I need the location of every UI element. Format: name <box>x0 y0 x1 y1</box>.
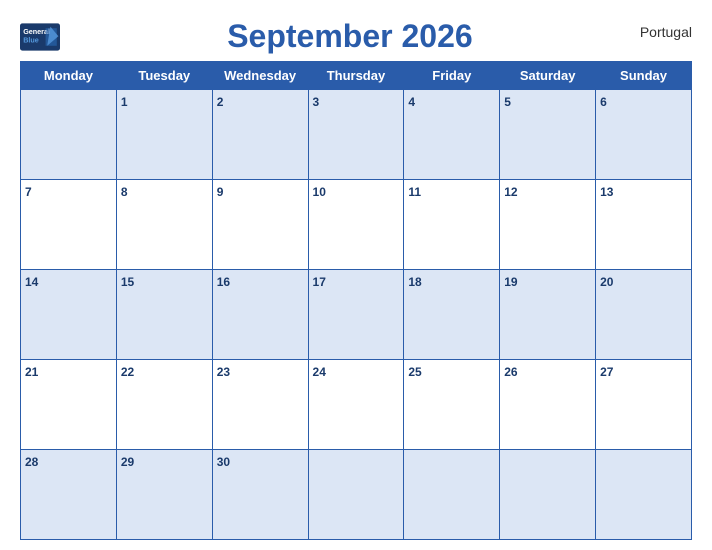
svg-text:Blue: Blue <box>23 35 39 44</box>
calendar-body: 1234567891011121314151617181920212223242… <box>21 90 692 540</box>
calendar-week-row: 21 22 23 24 25 26 27 <box>21 360 692 450</box>
day-number: 16 <box>217 275 230 289</box>
calendar-cell: 28 <box>21 450 117 540</box>
calendar-cell: 19 <box>500 270 596 360</box>
calendar-cell: 29 <box>116 450 212 540</box>
calendar-cell: 30 <box>212 450 308 540</box>
weekday-header-saturday: Saturday <box>500 62 596 90</box>
calendar-cell: 3 <box>308 90 404 180</box>
weekday-header-thursday: Thursday <box>308 62 404 90</box>
calendar-cell: 10 <box>308 180 404 270</box>
calendar-cell: 26 <box>500 360 596 450</box>
weekday-header-row: MondayTuesdayWednesdayThursdayFridaySatu… <box>21 62 692 90</box>
day-number: 9 <box>217 185 224 199</box>
day-number: 30 <box>217 455 230 469</box>
day-number: 3 <box>313 95 320 109</box>
calendar-cell: 20 <box>596 270 692 360</box>
calendar-cell <box>308 450 404 540</box>
day-number: 29 <box>121 455 134 469</box>
calendar-cell: 17 <box>308 270 404 360</box>
calendar-cell: 15 <box>116 270 212 360</box>
day-number: 25 <box>408 365 421 379</box>
calendar-cell <box>404 450 500 540</box>
day-number: 15 <box>121 275 134 289</box>
day-number: 2 <box>217 95 224 109</box>
calendar-cell <box>21 90 117 180</box>
day-number: 18 <box>408 275 421 289</box>
day-number: 27 <box>600 365 613 379</box>
weekday-header-friday: Friday <box>404 62 500 90</box>
calendar-cell: 21 <box>21 360 117 450</box>
calendar-header: General Blue September 2026 Portugal <box>20 10 692 61</box>
calendar-cell: 6 <box>596 90 692 180</box>
calendar-week-row: 28 29 30 <box>21 450 692 540</box>
day-number: 8 <box>121 185 128 199</box>
day-number: 21 <box>25 365 38 379</box>
calendar-cell: 9 <box>212 180 308 270</box>
calendar-cell: 11 <box>404 180 500 270</box>
day-number: 7 <box>25 185 32 199</box>
calendar-cell: 4 <box>404 90 500 180</box>
day-number: 22 <box>121 365 134 379</box>
calendar-cell: 7 <box>21 180 117 270</box>
calendar-cell: 13 <box>596 180 692 270</box>
calendar-cell: 23 <box>212 360 308 450</box>
weekday-header-tuesday: Tuesday <box>116 62 212 90</box>
day-number: 14 <box>25 275 38 289</box>
calendar-cell: 22 <box>116 360 212 450</box>
day-number: 10 <box>313 185 326 199</box>
calendar-cell: 8 <box>116 180 212 270</box>
calendar-week-row: 7 8 9 10 11 12 13 <box>21 180 692 270</box>
day-number: 26 <box>504 365 517 379</box>
day-number: 12 <box>504 185 517 199</box>
day-number: 19 <box>504 275 517 289</box>
day-number: 17 <box>313 275 326 289</box>
calendar-cell: 24 <box>308 360 404 450</box>
calendar-cell <box>596 450 692 540</box>
calendar-cell: 18 <box>404 270 500 360</box>
logo-area: General Blue <box>20 23 60 51</box>
calendar-cell: 5 <box>500 90 596 180</box>
calendar-cell: 12 <box>500 180 596 270</box>
country-label: Portugal <box>640 18 692 40</box>
calendar-cell: 25 <box>404 360 500 450</box>
weekday-header-sunday: Sunday <box>596 62 692 90</box>
calendar-cell: 16 <box>212 270 308 360</box>
weekday-header-wednesday: Wednesday <box>212 62 308 90</box>
generalblue-logo: General Blue <box>20 23 60 51</box>
weekday-header-monday: Monday <box>21 62 117 90</box>
day-number: 23 <box>217 365 230 379</box>
calendar-cell: 1 <box>116 90 212 180</box>
day-number: 11 <box>408 185 421 199</box>
calendar-week-row: 14 15 16 17 18 19 20 <box>21 270 692 360</box>
day-number: 20 <box>600 275 613 289</box>
calendar-cell: 2 <box>212 90 308 180</box>
day-number: 5 <box>504 95 511 109</box>
calendar-cell: 14 <box>21 270 117 360</box>
day-number: 13 <box>600 185 613 199</box>
calendar-cell <box>500 450 596 540</box>
calendar-table: MondayTuesdayWednesdayThursdayFridaySatu… <box>20 61 692 540</box>
day-number: 6 <box>600 95 607 109</box>
day-number: 28 <box>25 455 38 469</box>
month-title: September 2026 <box>60 18 640 55</box>
calendar-week-row: 1 2 3 4 5 6 <box>21 90 692 180</box>
day-number: 24 <box>313 365 326 379</box>
calendar-cell: 27 <box>596 360 692 450</box>
day-number: 4 <box>408 95 415 109</box>
day-number: 1 <box>121 95 128 109</box>
